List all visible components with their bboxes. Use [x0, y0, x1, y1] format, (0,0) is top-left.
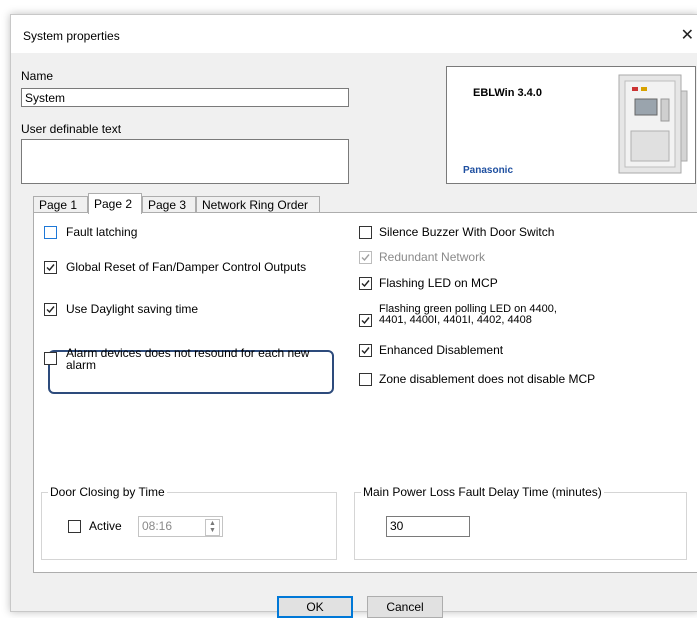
alarm-resound-label: Alarm devices does not resound for each …	[66, 346, 310, 372]
redundant-network-label: Redundant Network	[379, 250, 486, 264]
ok-button[interactable]: OK	[277, 596, 353, 618]
alarm-resound-checkbox[interactable]	[44, 352, 57, 365]
name-input[interactable]: System	[21, 88, 349, 107]
tab-network-ring-order[interactable]: Network Ring Order	[196, 196, 320, 213]
zone-disablement-checkbox[interactable]	[359, 373, 372, 386]
global-reset-label: Global Reset of Fan/Damper Control Outpu…	[66, 260, 307, 274]
time-spinner-icon[interactable]: ▲ ▼	[205, 519, 220, 536]
tab-page-1[interactable]: Page 1	[33, 196, 88, 213]
zone-disablement-label: Zone disablement does not disable MCP	[379, 372, 596, 386]
check-icon	[361, 254, 370, 262]
door-closing-time-input[interactable]: 08:16 ▲ ▼	[138, 516, 223, 537]
silence-buzzer-checkbox[interactable]	[359, 226, 372, 239]
daylight-saving-checkbox[interactable]	[44, 303, 57, 316]
power-loss-title: Main Power Loss Fault Delay Time (minute…	[361, 485, 604, 499]
door-closing-title: Door Closing by Time	[48, 485, 167, 499]
flashing-green-led-checkbox[interactable]	[359, 314, 372, 327]
door-closing-time-value: 08:16	[142, 519, 173, 533]
close-icon[interactable]: ✕	[681, 25, 694, 45]
name-label: Name	[21, 69, 54, 83]
door-closing-active-label: Active	[89, 519, 122, 533]
fire-panel-icon	[618, 74, 688, 174]
redundant-network-checkbox[interactable]	[359, 251, 372, 264]
window-title: System properties	[23, 29, 120, 43]
flashing-led-mcp-label: Flashing LED on MCP	[379, 276, 498, 290]
daylight-saving-label: Use Daylight saving time	[66, 302, 199, 316]
enhanced-disablement-label: Enhanced Disablement	[379, 343, 504, 357]
user-text-label: User definable text	[21, 122, 122, 136]
silence-buzzer-label: Silence Buzzer With Door Switch	[379, 225, 555, 239]
product-name: EBLWin 3.4.0	[473, 87, 542, 99]
fault-latching-label: Fault latching	[66, 225, 138, 239]
cancel-button[interactable]: Cancel	[367, 596, 443, 618]
check-icon	[46, 306, 55, 314]
title-bar: System properties ✕	[11, 15, 697, 53]
tab-page-2[interactable]: Page 2	[88, 193, 142, 214]
door-closing-active-checkbox[interactable]	[68, 520, 81, 533]
check-icon	[361, 347, 370, 355]
brand-logo: Panasonic	[463, 165, 514, 176]
check-icon	[361, 317, 370, 325]
door-closing-group: Door Closing by Time Active 08:16 ▲ ▼	[41, 485, 337, 560]
check-icon	[46, 264, 55, 272]
global-reset-checkbox[interactable]	[44, 261, 57, 274]
check-icon	[361, 280, 370, 288]
product-image: EBLWin 3.4.0 Panasonic	[446, 66, 696, 184]
enhanced-disablement-checkbox[interactable]	[359, 344, 372, 357]
power-loss-group: Main Power Loss Fault Delay Time (minute…	[354, 485, 687, 560]
power-loss-delay-input[interactable]: 30	[386, 516, 470, 537]
flashing-green-led-label: Flashing green polling LED on 4400, 4401…	[379, 303, 557, 326]
fault-latching-checkbox[interactable]	[44, 226, 57, 239]
system-properties-dialog: System properties ✕ Name System User def…	[10, 14, 697, 618]
user-text-input[interactable]	[21, 139, 349, 184]
tab-page-3[interactable]: Page 3	[142, 196, 196, 213]
flashing-led-mcp-checkbox[interactable]	[359, 277, 372, 290]
